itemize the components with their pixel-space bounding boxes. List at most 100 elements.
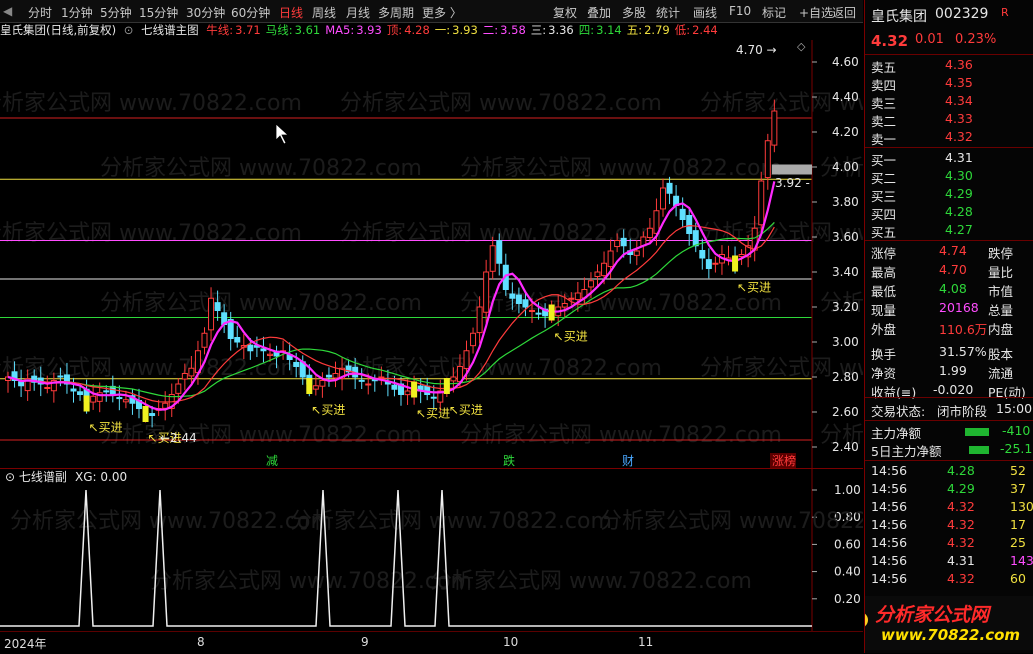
price-tick-label: 3.80 (832, 195, 859, 209)
buy-signal-bar (411, 381, 418, 398)
watermark-text: 分析家公式网 www.70822.com (460, 291, 782, 316)
toolbar-right-item-4[interactable]: 画线 (693, 4, 717, 21)
ma-label-3: 顶: (386, 23, 403, 37)
bid-row-2: 买三 4.29 (865, 186, 1033, 204)
price-change: 0.01 (915, 32, 944, 47)
price-change-pct: 0.23% (955, 32, 997, 47)
date-label-1: 8 (197, 635, 205, 649)
candle-body (430, 396, 437, 399)
stat-label: 涨停 (871, 246, 897, 261)
toolbar-item-0[interactable]: 分时 (28, 4, 52, 21)
candle-body (587, 280, 594, 288)
tick-price: 4.32 (947, 517, 975, 532)
ma-value-1: 3.61 (294, 23, 321, 37)
candle-body (601, 262, 608, 277)
period-toolbar: 分时 1分钟 5分钟 15分钟 30分钟 60分钟 日线 周线 月线 多周期 更多 〉 复权 叠加 多股统… (0, 0, 863, 23)
bid-price: 4.28 (945, 204, 973, 219)
tick-volume: 60 (1010, 571, 1026, 586)
ma-value-9: 2.44 (692, 23, 718, 37)
bid-price: 4.29 (945, 186, 973, 201)
price-tick-label: 4.20 (832, 125, 859, 139)
toolbar-right-item-2[interactable]: 多股 (622, 4, 646, 21)
toolbar-right-item-1[interactable]: 叠加 (587, 4, 611, 21)
toolbar-item-2[interactable]: 5分钟 (100, 4, 132, 21)
candle-body (463, 350, 470, 369)
sub-chart-title[interactable]: ⊙ 七线谱副 (5, 470, 67, 484)
stat-label: 最高 (871, 265, 897, 280)
stat-label-2: 市值 (988, 284, 1014, 299)
toolbar-right-item-5[interactable]: F10 (729, 4, 751, 18)
event-label-2[interactable]: 财 (622, 454, 634, 468)
candle-body (535, 312, 542, 315)
watermark-text: 分析家公式网 www.70822.com (0, 221, 302, 246)
main-flow-label: 主力净额 (871, 426, 922, 441)
watermark-text: 分析家公式网 www.70822.com (10, 509, 332, 534)
watermark-text: 分析家公式网 www.70822.com (0, 356, 302, 381)
ask-label: 卖四 (871, 78, 897, 93)
toolbar-item-5[interactable]: 60分钟 (231, 4, 270, 21)
buy-label: ↖买进 (311, 403, 345, 417)
watermark-text: 分析家公式网 www.70822.com (100, 156, 422, 181)
ma-label-5: 二: (482, 23, 499, 37)
candle-body (325, 374, 332, 378)
toolbar-right-item-6[interactable]: 标记 (762, 4, 786, 21)
ask-label: 卖二 (871, 114, 897, 129)
toolbar-item-9[interactable]: 多周期 (378, 4, 414, 21)
main-flow5-bar (969, 446, 989, 454)
ma-label-6: 三: (530, 23, 547, 37)
tick-time: 14:56 (871, 517, 908, 532)
candle-body (267, 353, 273, 356)
diamond-icon[interactable]: ◇ (797, 40, 806, 53)
candle-body (764, 140, 771, 179)
indicator-info-line: 皇氏集团(日线,前复权) ⊙ 七线谱主图 牛线: 3.71 马线: 3.61 MA5: 3… (0, 22, 863, 40)
toolbar-item-6[interactable]: 日线 (279, 4, 303, 21)
toolbar-right-item-0[interactable]: 复权 (553, 4, 577, 21)
candle-body (404, 390, 411, 396)
buy-signal-bar (443, 378, 450, 394)
stat-row-6: 净资 1.99 流通 (871, 363, 1014, 381)
price-tick-label: 3.60 (832, 230, 859, 244)
sub-indicator-chart[interactable]: 1.000.800.600.400.20分析家公式网 www.70822.com… (0, 468, 863, 631)
event-label-0[interactable]: 减 (266, 454, 278, 468)
toolbar-item-7[interactable]: 周线 (312, 4, 336, 21)
tick-time: 14:56 (871, 499, 908, 514)
stock-title: 皇氏集团(日线,前复权) (0, 23, 117, 37)
watermark-text: 分析家公式网 www.70822.com (460, 156, 782, 181)
watermark-text: 分析家公式网 www.70822.com (100, 291, 422, 316)
toolbar-right-item-7[interactable]: +自选 (799, 4, 833, 21)
back-arrow-icon[interactable]: ◀ (3, 4, 12, 18)
watermark-text: 分析家公式网 www.70822.com (150, 569, 472, 594)
ask-row-1: 卖四 4.35 (865, 75, 1033, 93)
candle-body (483, 271, 490, 313)
gear-icon[interactable]: ⊙ (124, 23, 134, 37)
candle-body (489, 245, 496, 272)
stat-label: 外盘 (871, 322, 897, 337)
candle-body (77, 391, 84, 396)
date-label-3: 10 (503, 635, 519, 649)
ma-label-2: MA5: (325, 23, 355, 37)
candle-body (116, 397, 123, 400)
toolbar-right-item-8[interactable]: 返回 (832, 4, 856, 21)
date-label-0: 2024年 (4, 637, 47, 651)
main-kline-chart[interactable]: 分析家公式网 www.70822.com 分析家公式网 www.70822.com… (0, 40, 863, 468)
candle-body (103, 390, 110, 393)
event-label-3[interactable]: 涨榜 (772, 453, 796, 468)
ask-price: 4.33 (945, 111, 973, 126)
trade-status-label: 交易状态: (871, 404, 926, 419)
toolbar-item-4[interactable]: 30分钟 (186, 4, 225, 21)
toolbar-item-1[interactable]: 1分钟 (61, 4, 93, 21)
ma-value-0: 3.71 (235, 23, 261, 37)
candle-body (679, 208, 686, 220)
tick-price: 4.28 (947, 463, 975, 478)
price-tick-label: 4.00 (832, 160, 859, 174)
tick-time: 14:56 (871, 535, 908, 550)
toolbar-item-10[interactable]: 更多 〉 (422, 4, 462, 21)
toolbar-item-3[interactable]: 15分钟 (139, 4, 178, 21)
toolbar-right-item-3[interactable]: 统计 (656, 4, 680, 21)
indicator-name[interactable]: 七线谱主图 (141, 23, 199, 37)
event-label-1[interactable]: 跌 (503, 453, 515, 468)
price-tick-label: 4.60 (832, 55, 859, 69)
toolbar-item-8[interactable]: 月线 (346, 4, 370, 21)
bid-price: 4.31 (945, 150, 973, 165)
candle-body (568, 297, 575, 300)
